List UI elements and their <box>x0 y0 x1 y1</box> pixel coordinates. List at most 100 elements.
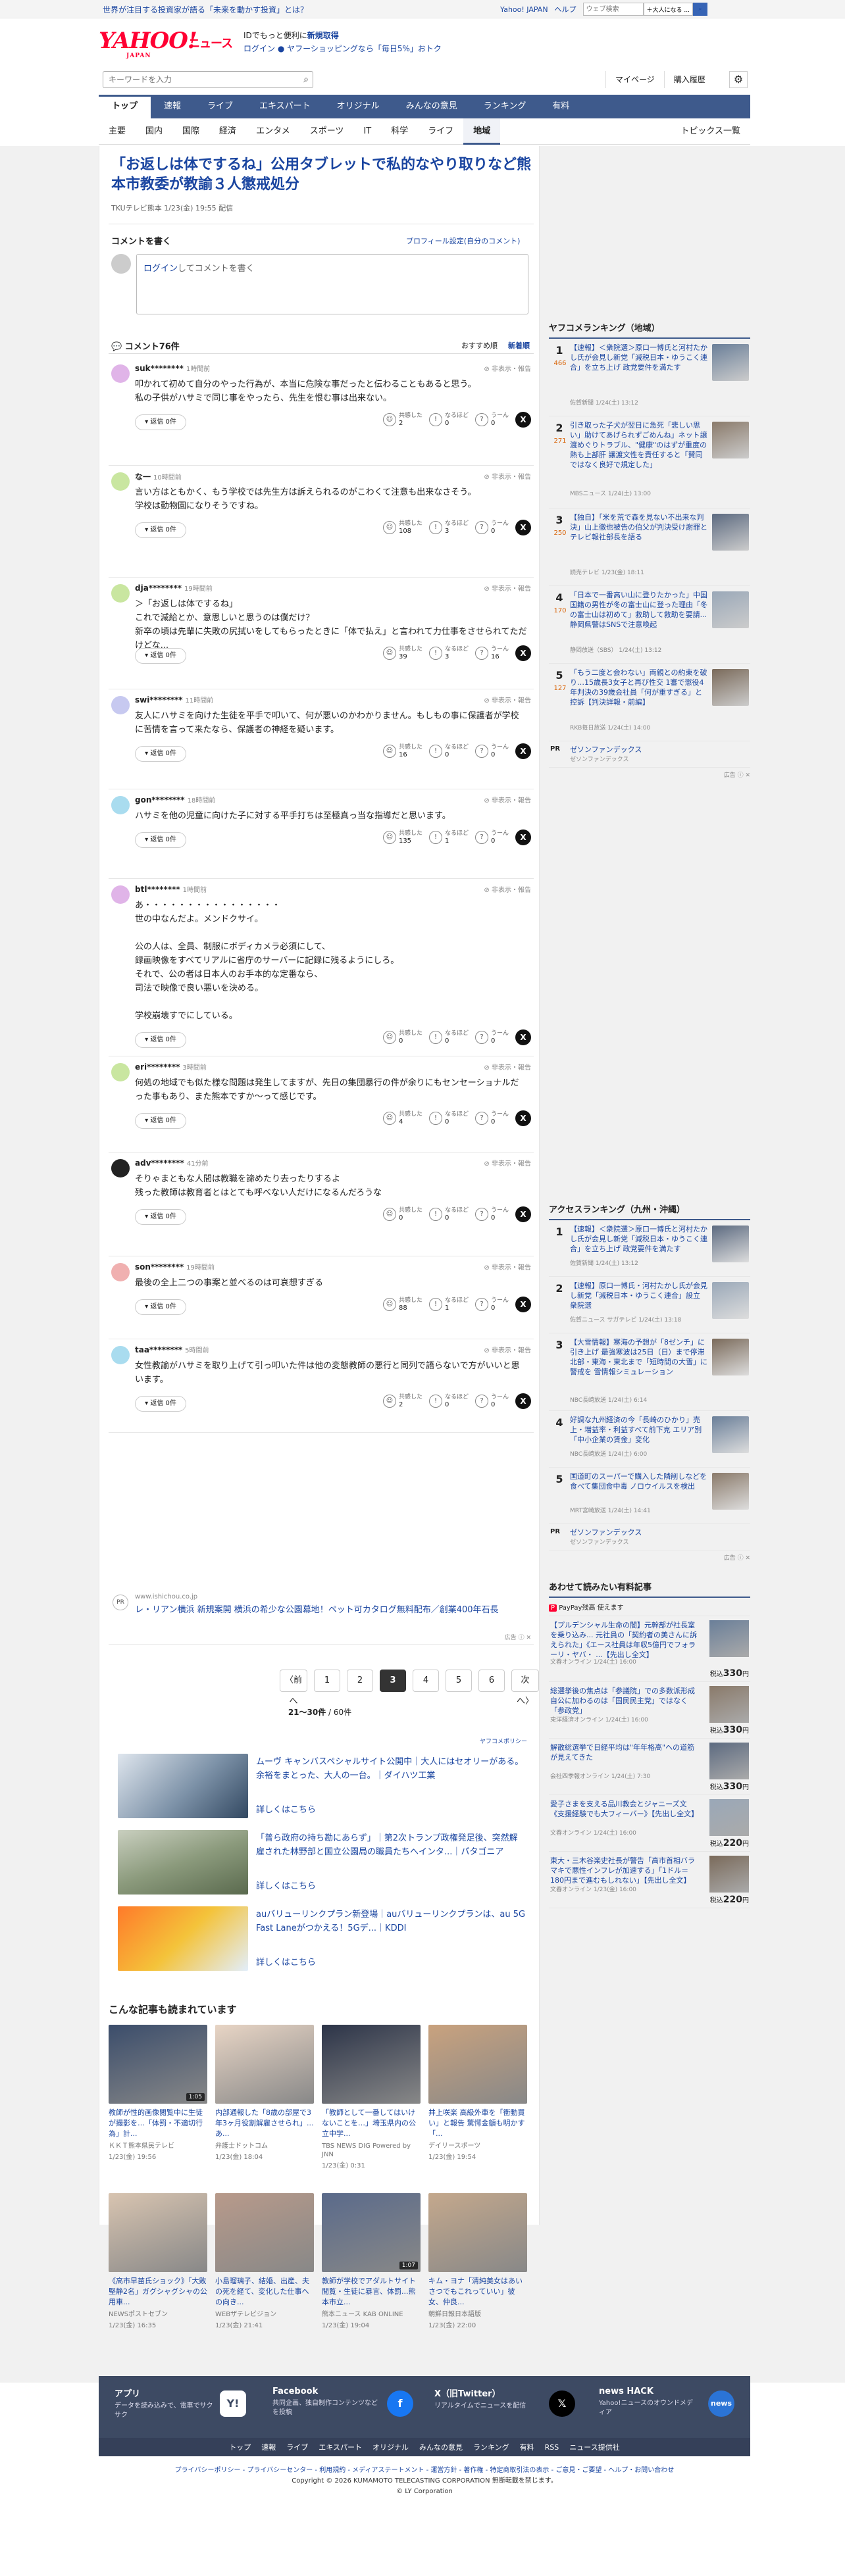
paid-article[interactable]: 東大・三木谷楽史社長が警告「高市首相バラマキで悪性インフレが加速する」「1ドル＝… <box>549 1852 750 1908</box>
page-button[interactable]: 6 <box>478 1670 505 1692</box>
access-ranking-item[interactable]: 5 国道町のスーパーで購入した隣削しなどを食べて集団食中毒 ノロウイルスを検出 MR… <box>549 1468 750 1524</box>
x-share-icon[interactable]: X <box>515 520 531 535</box>
footer-nav-item[interactable]: オリジナル <box>372 2442 409 2452</box>
naruhodo-button[interactable]: ! なるほど 0 <box>428 744 469 758</box>
ranking-title[interactable]: 【速報】原口一博氏・河村たかし氏が会見し新党「減税日本・ゆうこく連合」設立 衆院… <box>570 1281 708 1310</box>
naruhodo-button[interactable]: ! なるほど 1 <box>428 1297 469 1312</box>
footer-facebook[interactable]: Facebook 共同企画、独自制作コンテンツなどを投稿 f <box>272 2387 417 2426</box>
comment-user[interactable]: な一 10時間前 <box>135 471 182 482</box>
naruhodo-button[interactable]: ! なるほど 0 <box>428 1030 469 1045</box>
top-promo-link[interactable]: 世界が注目する投資家が語る「未来を動かす投資」とは？ <box>103 4 308 15</box>
related-title[interactable]: 井上咲楽 高級外車を「衝動買い」と報告 驚愕金額も明かす「... <box>428 2108 527 2139</box>
promo-item[interactable]: 「普ら政府の持ち勘にあらず」｜第2次トランプ政権発足後、突然解雇された林野部と国… <box>118 1830 526 1895</box>
report-link[interactable]: ⊘ 非表示・報告 <box>484 471 531 481</box>
category-tab-main[interactable]: 主要 <box>99 118 136 145</box>
x-share-icon[interactable]: X <box>515 1206 531 1222</box>
yahoo-news-logo[interactable]: YAHOO! JAPAN ニュース <box>99 28 237 59</box>
comment-user[interactable]: son******** 19時間前 <box>135 1262 215 1272</box>
naruhodo-button[interactable]: ! なるほど 0 <box>428 412 469 427</box>
web-search-input[interactable] <box>582 3 644 16</box>
comment-user[interactable]: gon******** 18時間前 <box>135 795 215 805</box>
nav-tab-breaking[interactable]: 速報 <box>151 95 194 118</box>
access-ranking-item[interactable]: 4 好調な九州経済の今「長崎のひかり」売上・増益率・利益すべて前下克 エリア別「中… <box>549 1411 750 1468</box>
footer-app[interactable]: アプリ データを読み込みで、電車でサクサク Y! <box>115 2387 246 2426</box>
related-title[interactable]: 教師が学校でアダルトサイト閲覧・生徒に暴言、体罰...熊本市立... <box>322 2276 421 2308</box>
page-button[interactable]: 5 <box>446 1670 472 1692</box>
paid-article[interactable]: 解散総選挙で日経平均は"年年格高"への道筋が見えてきた 会社四季報オンライン 1/… <box>549 1739 750 1795</box>
nav-tab-ranking[interactable]: ランキング <box>471 95 540 118</box>
footer-nav-item[interactable]: エキスパート <box>319 2442 362 2452</box>
ranking-title[interactable]: 「日本で一番高い山に登りたかった」中国国籍の男性が冬の富士山に登った理由「冬の富… <box>570 590 708 630</box>
purchase-history-link[interactable]: 購入履歴 <box>663 71 715 88</box>
agree-button[interactable]: ☺ 共感した 135 <box>382 830 423 845</box>
category-tab-international[interactable]: 国際 <box>172 118 209 145</box>
ranking-item[interactable]: 4 170 「日本で一番高い山に登りたかった」中国国籍の男性が冬の富士山に登った理由… <box>549 586 750 664</box>
footer-nav-item[interactable]: RSS <box>545 2443 559 2452</box>
footer-nav-item[interactable]: 有料 <box>520 2442 534 2452</box>
signup-link[interactable]: 新規取得 <box>307 31 339 40</box>
article-title-link[interactable]: 「お返しは体でするね」公用タブレットで私的なやり取りなど熊本市教委が教諭３人懲戒… <box>111 155 532 195</box>
agree-button[interactable]: ☺ 共感した 4 <box>382 1111 423 1126</box>
paid-title[interactable]: 総選挙後の焦点は「参議院」での多数派形成 自公に加わるのは「国民民主党」ではなく… <box>550 1686 700 1716</box>
x-share-icon[interactable]: X <box>515 1110 531 1126</box>
hmm-button[interactable]: ? うーん 0 <box>474 1394 509 1408</box>
hmm-button[interactable]: ? うーん 0 <box>474 1030 509 1045</box>
paid-title[interactable]: 愛子さまを支える品川教会とジャニーズ文《支援経験でも大フィーバー》【先出し全文】 <box>550 1799 700 1819</box>
naruhodo-button[interactable]: ! なるほど 3 <box>428 520 469 535</box>
comment-ad[interactable]: PR www.ishichou.co.jp レ・リアン横浜 新規案開 横浜の希少… <box>109 1588 534 1645</box>
x-share-icon[interactable]: X <box>515 1393 531 1409</box>
paid-article[interactable]: 【プルデンシャル生命の闇】元幹部が社長室を乗り込み... 元社員の「契約者の美さ… <box>549 1616 750 1682</box>
reply-button[interactable]: ▾ 返信 0件 <box>135 1209 186 1225</box>
category-tab-sports[interactable]: スポーツ <box>300 118 354 145</box>
x-share-icon[interactable]: X <box>515 412 531 428</box>
related-article[interactable]: 「教師として一番してはいけないことを…」埼玉県内の公立中学... TBS NEWS… <box>322 2025 421 2216</box>
nav-tab-live[interactable]: ライブ <box>194 95 246 118</box>
category-tab-science[interactable]: 科学 <box>381 118 418 145</box>
hmm-button[interactable]: ? うーん 0 <box>474 744 509 758</box>
agree-button[interactable]: ☺ 共感した 88 <box>382 1297 423 1312</box>
ad-mark[interactable]: 広告 ⓘ ✕ <box>549 1550 750 1564</box>
related-article[interactable]: 1:05 教師が性的画像閲覧中に生徒が撮影を…「体罰・不適切行為」計... ＫＫＴ熊… <box>109 2025 207 2216</box>
x-share-icon[interactable]: X <box>515 1029 531 1045</box>
access-ranking-item[interactable]: 3 【大雪情報】寒海の予想が「8ゼンチ」に引き上げ 最強寒波は25日（日）まで停滞… <box>549 1333 750 1411</box>
reply-button[interactable]: ▾ 返信 0件 <box>135 1113 186 1129</box>
paid-article[interactable]: 総選挙後の焦点は「参議院」での多数派形成 自公に加わるのは「国民民主党」ではなく… <box>549 1682 750 1739</box>
reply-button[interactable]: ▾ 返信 0件 <box>135 648 186 664</box>
x-share-icon[interactable]: X <box>515 830 531 845</box>
footer-x[interactable]: X（旧Twitter） リアルタイムでニュースを配信 𝕏 <box>434 2387 579 2426</box>
agree-button[interactable]: ☺ 共感した 0 <box>382 1207 423 1222</box>
footer-legal-links[interactable]: プライバシーポリシー - プライバシーセンター - 利用規約 - メディアステー… <box>99 2464 750 2474</box>
ranking-item[interactable]: 3 250 【独自】「米を荒で森を見ない不出来な判決」山上徹也被告の伯父が判決受け謝… <box>549 508 750 586</box>
hmm-button[interactable]: ? うーん 0 <box>474 1207 509 1222</box>
report-link[interactable]: ⊘ 非表示・報告 <box>484 363 531 373</box>
ranking-item[interactable]: 5 127 「もう二度と会わない」両親との約束を破り…15歳長3女子と再び性交 1審… <box>549 664 750 741</box>
web-search-button[interactable]: ⌕ <box>693 3 707 16</box>
x-share-icon[interactable]: X <box>515 1297 531 1312</box>
report-link[interactable]: ⊘ 非表示・報告 <box>484 583 531 593</box>
ranking-title[interactable]: 【独自】「米を荒で森を見ない不出来な判決」山上徹也被告の伯父が判決受け謝罪とテレ… <box>570 512 708 542</box>
related-title[interactable]: 《高市早苗氏ショック》「大敗堅静2名」ガグシャグシャの公用車... <box>109 2276 207 2308</box>
footer-nav-item[interactable]: トップ <box>229 2442 251 2452</box>
related-article[interactable]: 内部通報した「8歳の部屋で3年3ヶ月役割解雇させられ」...あ... 弁護士ドット… <box>215 2025 314 2216</box>
sort-recommended[interactable]: おすすめ順 <box>461 340 498 351</box>
ranking-title[interactable]: 好調な九州経済の今「長崎のひかり」売上・増益率・利益すべて前下克 エリア別「中小… <box>570 1415 708 1445</box>
reply-button[interactable]: ▾ 返信 0件 <box>135 522 186 538</box>
yahoo-japan-link[interactable]: Yahoo! JAPAN <box>500 5 548 14</box>
ad-mark[interactable]: 広告 ⓘ ✕ <box>549 768 750 781</box>
sidebar-pr[interactable]: PR ゼソンファンデックス ゼソンファンデックス <box>549 1524 750 1550</box>
related-article[interactable]: 1:07 教師が学校でアダルトサイト閲覧・生徒に暴言、体罰...熊本市立... 熊本… <box>322 2193 421 2384</box>
nav-tab-opinions[interactable]: みんなの意見 <box>393 95 471 118</box>
related-article[interactable]: キム・ヨナ「清純美女はあいさつでもこれっていい」彼女、仲良... 朝鮮日報日本語版… <box>428 2193 527 2384</box>
naruhodo-button[interactable]: ! なるほど 0 <box>428 1394 469 1408</box>
agree-button[interactable]: ☺ 共感した 2 <box>382 1394 423 1408</box>
hmm-button[interactable]: ? うーん 0 <box>474 412 509 427</box>
category-tab-economy[interactable]: 経済 <box>209 118 246 145</box>
report-link[interactable]: ⊘ 非表示・報告 <box>484 1345 531 1354</box>
x-share-icon[interactable]: X <box>515 743 531 759</box>
topics-list-link[interactable]: トピックス一覧 <box>671 118 750 145</box>
ranking-item[interactable]: 1 466 【速報】＜衆院選＞原口一博氏と河村たかし氏が会見し新党「減税日本・ゆうこ… <box>549 339 750 416</box>
agree-button[interactable]: ☺ 共感した 16 <box>382 744 423 758</box>
current-page-button[interactable]: 3 <box>380 1670 406 1692</box>
page-button[interactable]: 2 <box>347 1670 373 1692</box>
comment-user[interactable]: suk******** 1時間前 <box>135 363 210 373</box>
